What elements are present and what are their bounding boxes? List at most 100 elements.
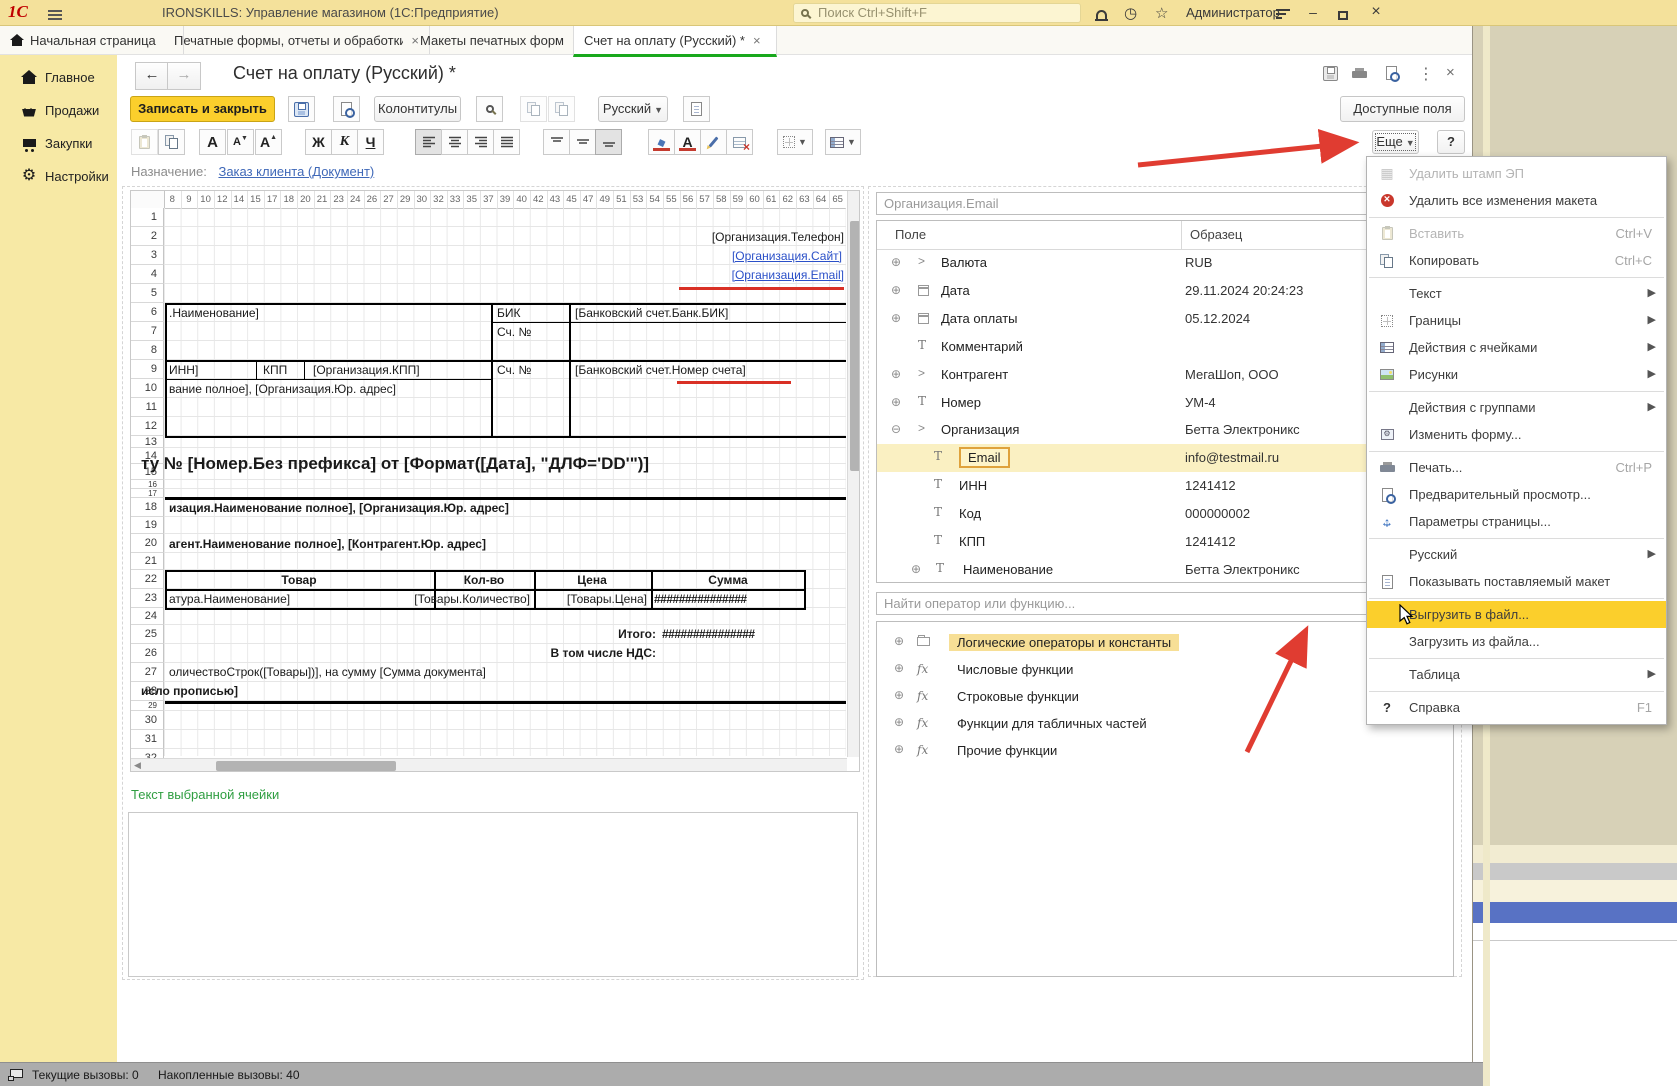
sheet-col-header[interactable]: 47 xyxy=(580,191,598,208)
menu-item-таблица[interactable]: Таблица▶ xyxy=(1367,661,1666,688)
sheet-corner[interactable] xyxy=(131,191,165,209)
sheet-cell-text[interactable]: ту № [Номер.Без префикса] от [Формат([Да… xyxy=(141,454,649,470)
underline-button[interactable]: Ч xyxy=(357,129,384,155)
clear-format-button[interactable] xyxy=(726,129,753,155)
font-button[interactable]: A xyxy=(199,129,226,155)
field-label[interactable]: ИНН xyxy=(959,478,987,493)
sheet-row-header[interactable]: 25 xyxy=(131,625,164,644)
sheet-cell-text[interactable]: агент.Наименование полное], [Контрагент.… xyxy=(169,536,486,552)
expand-icon[interactable]: ⊕ xyxy=(911,562,921,576)
sheet-cell-text[interactable]: Цена xyxy=(577,572,607,588)
sheet-col-header[interactable]: 51 xyxy=(613,191,631,208)
sheet-row-header[interactable]: 22 xyxy=(131,570,164,589)
sheet-row-header[interactable]: 19 xyxy=(131,517,164,534)
sheet-cell-text[interactable]: В том числе НДС: xyxy=(551,645,656,661)
field-label[interactable]: Организация xyxy=(941,422,1019,437)
service-menu-icon[interactable] xyxy=(1276,7,1290,21)
save-icon[interactable] xyxy=(1323,66,1338,84)
sheet-row-header[interactable]: 30 xyxy=(131,711,164,730)
menu-item-загрузить-из-файла-[interactable]: Загрузить из файла... xyxy=(1367,628,1666,655)
sheet-row-header[interactable]: 24 xyxy=(131,608,164,625)
menu-item-русский[interactable]: Русский▶ xyxy=(1367,541,1666,568)
sheet-col-header[interactable]: 59 xyxy=(730,191,748,208)
sheet-col-header[interactable]: 58 xyxy=(713,191,731,208)
expand-icon[interactable]: ⊕ xyxy=(891,255,901,269)
sheet-cell-text[interactable]: [Товары.Цена] xyxy=(567,591,647,607)
close-form-icon[interactable]: × xyxy=(1446,64,1455,81)
forward-button[interactable]: → xyxy=(167,62,201,90)
sheet-cell-text[interactable]: .Наименование] xyxy=(169,305,259,321)
italic-button[interactable]: К xyxy=(331,129,358,155)
sheet-row-header[interactable]: 26 xyxy=(131,644,164,663)
notifications-icon[interactable] xyxy=(1096,10,1107,19)
favorites-icon[interactable]: ☆ xyxy=(1155,4,1168,22)
print-icon[interactable] xyxy=(1352,68,1367,83)
main-menu-icon[interactable] xyxy=(48,8,62,22)
sheet-row-header[interactable]: 8 xyxy=(131,341,164,360)
field-label[interactable]: Код xyxy=(959,506,981,521)
sheet-col-header[interactable]: 61 xyxy=(763,191,781,208)
sheet-cell-text[interactable]: Сч. № xyxy=(497,324,531,340)
menu-item-текст[interactable]: Текст▶ xyxy=(1367,280,1666,307)
sheet-row-header[interactable]: 4 xyxy=(131,265,164,284)
sheet-column-headers[interactable]: 8910121415171820212324262729303233353739… xyxy=(164,191,846,209)
find-button[interactable] xyxy=(476,96,503,122)
sheet-col-header[interactable]: 32 xyxy=(430,191,448,208)
sheet-cell-text[interactable]: Итого: xyxy=(618,626,656,642)
function-group-label[interactable]: Логические операторы и константы xyxy=(949,634,1179,651)
menu-item-удалить-штамп-эп[interactable]: Удалить штамп ЭП xyxy=(1367,160,1666,187)
sheet-col-header[interactable]: 64 xyxy=(813,191,831,208)
sheet-row-header[interactable]: 10 xyxy=(131,379,164,398)
menu-item-справка[interactable]: СправкаF1 xyxy=(1367,694,1666,721)
expand-icon[interactable]: ⊕ xyxy=(894,634,904,648)
sheet-col-header[interactable]: 33 xyxy=(447,191,465,208)
bold-button[interactable]: Ж xyxy=(305,129,332,155)
copy-appearance-button[interactable] xyxy=(520,96,547,122)
sheet-col-header[interactable]: 20 xyxy=(297,191,315,208)
sheet-col-header[interactable]: 39 xyxy=(497,191,515,208)
sheet-col-header[interactable]: 42 xyxy=(530,191,548,208)
expand-icon[interactable]: ⊕ xyxy=(891,367,901,381)
menu-item-предварительный-просмотр-[interactable]: Предварительный просмотр... xyxy=(1367,481,1666,508)
kebab-menu-icon[interactable]: ⋮ xyxy=(1418,64,1434,84)
purpose-link[interactable]: Заказ клиента (Документ) xyxy=(218,164,374,179)
sheet-cell-text[interactable]: ############### xyxy=(662,626,755,642)
sheet-col-header[interactable]: 9 xyxy=(181,191,199,208)
expand-icon[interactable]: ⊕ xyxy=(891,283,901,297)
sheet-row-header[interactable]: 18 xyxy=(131,498,164,517)
menu-item-вставить[interactable]: ВставитьCtrl+V xyxy=(1367,220,1666,247)
cell-appearance-dropdown[interactable]: ▼ xyxy=(825,129,861,155)
sheet-row-header[interactable]: 1 xyxy=(131,208,164,227)
sheet-col-header[interactable]: 30 xyxy=(414,191,432,208)
sheet-cell-text[interactable]: [Организация.КПП] xyxy=(313,362,420,378)
expand-icon[interactable]: ⊕ xyxy=(894,742,904,756)
fill-color-button[interactable]: ◆ xyxy=(648,129,675,155)
sheet-col-header[interactable]: 49 xyxy=(596,191,614,208)
font-smaller-button[interactable]: A▼ xyxy=(227,129,254,155)
field-label[interactable]: Контрагент xyxy=(941,367,1008,382)
spreadsheet-template[interactable]: 8910121415171820212324262729303233353739… xyxy=(130,190,860,772)
sheet-row-header[interactable]: 7 xyxy=(131,322,164,341)
menu-item-действия-с-ячейками[interactable]: Действия с ячейками▶ xyxy=(1367,334,1666,361)
field-label[interactable]: Дата оплаты xyxy=(941,311,1018,326)
expand-icon[interactable]: ⊕ xyxy=(894,661,904,675)
sheet-row-header[interactable]: 20 xyxy=(131,534,164,553)
sheet-col-header[interactable]: 23 xyxy=(330,191,348,208)
sidebar-item-cart[interactable]: Закупки xyxy=(0,129,117,157)
sheet-cell-text[interactable]: [Товары.Количество] xyxy=(414,591,530,607)
function-group-label[interactable]: Строковые функции xyxy=(949,688,1087,705)
available-fields-button[interactable]: Доступные поля xyxy=(1340,96,1465,122)
vertical-scrollbar-thumb[interactable] xyxy=(850,221,860,471)
help-button[interactable]: ? xyxy=(1437,130,1465,154)
sheet-cell-text[interactable]: вание полное], [Организация.Юр. адрес] xyxy=(169,381,396,397)
expand-icon[interactable]: ⊕ xyxy=(894,688,904,702)
sheet-cell-text[interactable]: Сч. № xyxy=(497,362,531,378)
sheet-col-header[interactable]: 55 xyxy=(663,191,681,208)
sheet-col-header[interactable]: 40 xyxy=(513,191,531,208)
sheet-col-header[interactable]: 60 xyxy=(746,191,764,208)
save-and-close-button[interactable]: Записать и закрыть xyxy=(130,96,275,122)
borders-dropdown[interactable]: ▼ xyxy=(777,129,813,155)
function-group-label[interactable]: Функции для табличных частей xyxy=(949,715,1155,732)
sheet-col-header[interactable]: 26 xyxy=(364,191,382,208)
sheet-row-header[interactable]: 23 xyxy=(131,589,164,608)
